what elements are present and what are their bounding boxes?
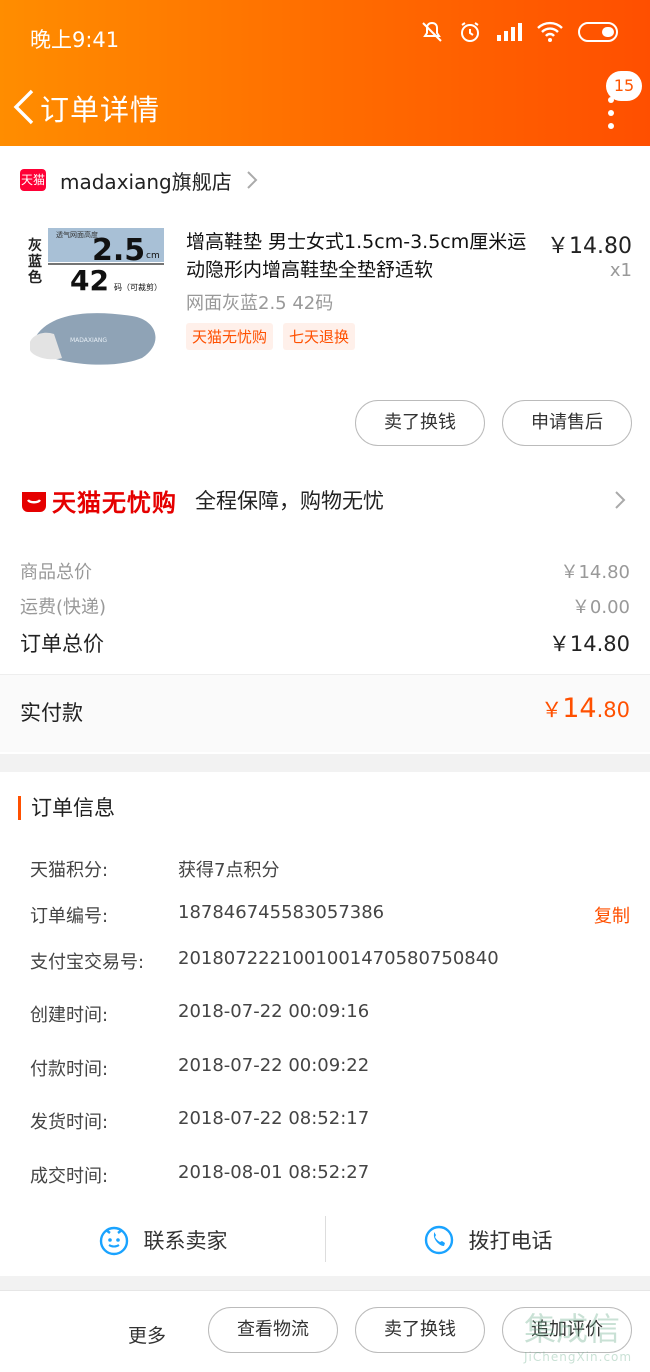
goods-total-row: 商品总价 ￥14.80 [20, 558, 630, 584]
view-logistics-button[interactable]: 查看物流 [208, 1307, 338, 1353]
order-number: 187846745583057386 [178, 902, 385, 923]
order-card: 天猫 madaxiang旗舰店 灰 蓝 色 透气网面高度 2.5 cm 42 码… [0, 146, 650, 754]
alarm-icon [461, 22, 479, 42]
info-key: 创建时间: [30, 1005, 109, 1026]
phone-icon [424, 1225, 453, 1255]
paid-decimal: .80 [596, 698, 630, 722]
order-total-label: 订单总价 [20, 632, 104, 656]
watermark: 集成信 JiChengXin.com [524, 1304, 644, 1366]
thumb-size-label: 码（可裁剪） [114, 282, 162, 292]
contact-bar: 联系卖家 拨打电话 [0, 1212, 650, 1268]
info-key: 支付宝交易号: [30, 952, 145, 973]
status-bar: 晚上9:41 [0, 0, 650, 70]
watermark-small: JiChengXin.com [524, 1350, 633, 1364]
thumb-brand: MADAXIANG [70, 337, 107, 344]
shipping-row: 运费(快递) ￥0.00 [20, 593, 630, 619]
product-thumbnail[interactable]: 灰 蓝 色 透气网面高度 2.5 cm 42 码（可裁剪） MADAXIANG [22, 224, 168, 370]
shop-name[interactable]: madaxiang旗舰店 [60, 166, 232, 195]
signal-icon [497, 23, 522, 41]
call-label: 拨打电话 [468, 1229, 553, 1253]
info-value: 2018-08-01 08:52:27 [178, 1162, 370, 1183]
goods-total-label: 商品总价 [20, 562, 92, 583]
watermark-big: 集成信 [524, 1310, 621, 1348]
order-total-value: ￥14.80 [548, 632, 630, 656]
more-menu-icon[interactable] [608, 97, 614, 136]
info-key: 订单编号: [30, 906, 109, 927]
order-info-title: 订单信息 [18, 796, 115, 820]
copy-button[interactable]: 复制 [594, 902, 630, 928]
shop-header[interactable]: 天猫 madaxiang旗舰店 [20, 166, 258, 194]
product-price: ￥14.80 [547, 234, 632, 259]
thumb-color-label-2: 蓝 [28, 253, 42, 270]
wuyou-slogan: 全程保障，购物无忧 [195, 489, 384, 513]
thumb-unit: cm [146, 251, 160, 261]
sell-for-cash-button[interactable]: 卖了换钱 [355, 400, 485, 446]
tmall-cat-icon [22, 492, 46, 512]
thumb-color-label-3: 色 [28, 269, 42, 286]
bottom-action-bar: 更多 查看物流 卖了换钱 追加评价 集成信 JiChengXin.com [0, 1290, 650, 1372]
battery-icon [578, 22, 618, 42]
more-button[interactable]: 更多 [128, 1321, 166, 1348]
goods-total-value: ￥14.80 [560, 562, 630, 583]
shipping-label: 运费(快递) [20, 597, 107, 618]
tag-wuyougou[interactable]: 天猫无忧购 [186, 323, 274, 350]
wuyou-logo: 天猫无忧购 [20, 483, 177, 518]
product-title[interactable]: 增高鞋垫 男士女式1.5cm-3.5cm厘米运动隐形内增高鞋垫全垫舒适软 [186, 228, 536, 284]
wifi-icon [537, 21, 563, 42]
wuyou-guarantee-row[interactable]: 天猫无忧购 全程保障，购物无忧 [20, 482, 630, 518]
info-value: 2018072221001001470580750840 [178, 948, 499, 969]
order-total-row: 订单总价 ￥14.80 [20, 628, 630, 658]
header: 晚上9:41 订单详情 15 [0, 0, 650, 146]
info-key: 发货时间: [30, 1112, 109, 1133]
apply-after-sale-button[interactable]: 申请售后 [502, 400, 632, 446]
back-icon[interactable] [8, 83, 40, 131]
contact-seller-label: 联系卖家 [143, 1229, 228, 1253]
thumb-size: 42 [70, 264, 109, 297]
tag-seven-day-return[interactable]: 七天退换 [283, 323, 356, 350]
status-time: 晚上9:41 [30, 28, 120, 52]
chevron-right-icon [247, 171, 258, 189]
thumb-color-label-1: 灰 [28, 237, 42, 254]
chevron-right-icon [615, 491, 626, 509]
paid-currency: ￥ [541, 698, 563, 722]
service-tags: 天猫无忧购 七天退换 [186, 323, 356, 350]
shipping-value: ￥0.00 [571, 597, 630, 618]
info-key: 成交时间: [30, 1166, 109, 1187]
order-info-card: 订单信息 天猫积分: 获得7点积分 订单编号: 1878467455830573… [0, 772, 650, 1276]
info-value: 2018-07-22 00:09:22 [178, 1055, 370, 1076]
product-quantity: x1 [609, 260, 632, 281]
paid-integer: 14 [562, 693, 597, 724]
amount-paid-row: 实付款 ￥14.80 [0, 674, 650, 752]
thumb-height: 2.5 [92, 233, 145, 268]
tmall-logo: 天猫 [20, 169, 46, 191]
product-sku: 网面灰蓝2.5 42码 [186, 293, 334, 314]
sell-for-cash-button[interactable]: 卖了换钱 [355, 1307, 485, 1353]
wuyou-logo-text: 天猫无忧购 [52, 488, 177, 517]
amount-paid-value: ￥14.80 [541, 693, 630, 724]
status-icons [420, 20, 620, 44]
page-title: 订单详情 [40, 93, 161, 127]
message-count-badge: 15 [606, 71, 642, 101]
info-key: 天猫积分: [30, 860, 109, 881]
info-value: 2018-07-22 00:09:16 [178, 1001, 370, 1022]
info-value: 获得7点积分 [178, 860, 280, 881]
insole-image: 灰 蓝 色 透气网面高度 2.5 cm 42 码（可裁剪） MADAXIANG [22, 224, 168, 370]
info-key: 付款时间: [30, 1059, 109, 1080]
call-button[interactable]: 拨打电话 [325, 1212, 650, 1268]
nav-bar: 订单详情 15 [0, 71, 650, 139]
info-value: 2018-07-22 08:52:17 [178, 1108, 370, 1129]
contact-seller-button[interactable]: 联系卖家 [0, 1212, 325, 1268]
mute-icon [422, 21, 442, 42]
chat-face-icon [99, 1226, 128, 1256]
amount-paid-label: 实付款 [20, 701, 83, 725]
